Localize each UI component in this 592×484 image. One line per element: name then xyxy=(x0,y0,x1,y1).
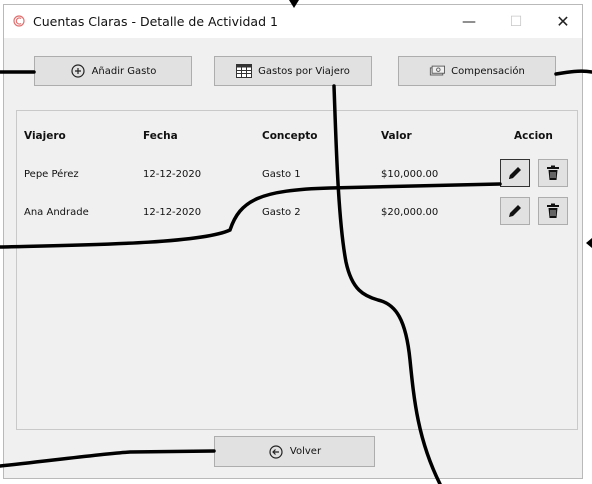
expenses-by-traveler-button[interactable]: Gastos por Viajero xyxy=(214,56,372,86)
arrow-left-circle-icon xyxy=(268,444,284,460)
row-2-value: $20,000.00 xyxy=(381,207,439,218)
add-expense-button[interactable]: Añadir Gasto xyxy=(34,56,192,86)
plus-circle-icon xyxy=(70,63,86,79)
row-2-traveler: Ana Andrade xyxy=(24,207,89,218)
row-1-edit-button[interactable] xyxy=(500,159,530,187)
maximize-button[interactable]: ☐ xyxy=(493,5,539,38)
back-label: Volver xyxy=(289,446,322,457)
arrow-head-right xyxy=(586,238,592,248)
trash-icon xyxy=(547,165,559,180)
title-bar: Cuentas Claras - Detalle de Actividad 1 … xyxy=(4,5,582,38)
column-header-concept: Concepto xyxy=(262,130,318,142)
compensation-label: Compensación xyxy=(451,65,525,77)
pencil-icon xyxy=(509,205,521,217)
close-button[interactable]: ✕ xyxy=(540,5,586,38)
app-logo-icon xyxy=(13,15,25,27)
row-1-delete-button[interactable] xyxy=(538,159,568,187)
window-title: Cuentas Claras - Detalle de Actividad 1 xyxy=(33,14,278,29)
pencil-icon xyxy=(509,167,521,179)
add-expense-label: Añadir Gasto xyxy=(91,65,157,77)
trash-icon xyxy=(547,203,559,218)
back-button[interactable]: Volver xyxy=(214,436,375,467)
expenses-by-traveler-label: Gastos por Viajero xyxy=(258,65,350,77)
column-header-date: Fecha xyxy=(143,130,178,142)
row-2-delete-button[interactable] xyxy=(538,197,568,225)
money-icon xyxy=(429,63,446,79)
compensation-button[interactable]: Compensación xyxy=(398,56,556,86)
column-header-traveler: Viajero xyxy=(24,130,66,142)
row-2-date: 12-12-2020 xyxy=(143,207,202,218)
row-1-date: 12-12-2020 xyxy=(143,169,202,180)
spreadsheet-icon xyxy=(236,63,253,79)
column-header-action: Accion xyxy=(514,130,553,142)
row-2-concept: Gasto 2 xyxy=(262,207,301,218)
row-1-traveler: Pepe Pérez xyxy=(24,169,79,180)
row-1-concept: Gasto 1 xyxy=(262,169,301,180)
row-1-value: $10,000.00 xyxy=(381,169,439,180)
expenses-table xyxy=(16,110,578,430)
column-header-value: Valor xyxy=(381,130,412,142)
row-2-edit-button[interactable] xyxy=(500,197,530,225)
minimize-button[interactable]: — xyxy=(446,5,492,38)
